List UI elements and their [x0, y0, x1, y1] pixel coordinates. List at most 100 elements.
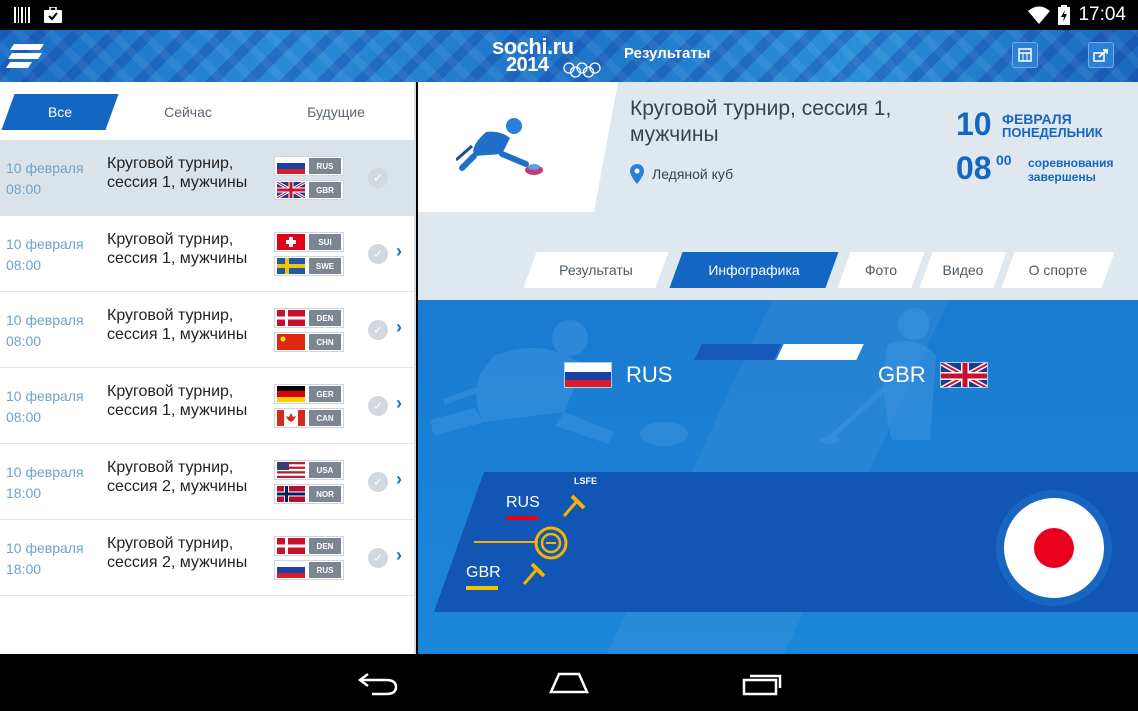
infographic-area: RUS GBR LSFE RUS GBR	[418, 300, 1138, 654]
home-button[interactable]	[545, 668, 593, 698]
team1-badge: GER	[274, 384, 344, 404]
flag-norway-icon	[277, 486, 305, 502]
status-bar: 17:04	[0, 0, 1138, 30]
list-item[interactable]: 10 февраля 18:00 Круговой турнир, сессия …	[0, 444, 414, 520]
event-date: 10 февраля	[6, 236, 84, 252]
share-button[interactable]	[1088, 42, 1114, 68]
flag-russia-icon	[277, 562, 305, 578]
event-time: 08:00	[6, 333, 42, 349]
chevron-right-icon: ›	[396, 545, 402, 565]
event-month: ФЕВРАЛЯ	[1002, 111, 1072, 127]
team-code: USA	[309, 462, 341, 478]
event-day: 10	[956, 106, 992, 142]
sport-icon-tile	[418, 82, 618, 212]
recents-button[interactable]	[738, 668, 786, 698]
completed-check-icon: ✓	[368, 168, 388, 188]
flag-uk-icon	[277, 182, 305, 198]
event-date: 10 февраля	[6, 388, 84, 404]
list-item[interactable]: 10 февраля 08:00 Круговой турнир, сессия …	[0, 368, 414, 444]
back-arrow-icon	[357, 673, 398, 696]
location-pin-icon	[630, 164, 644, 184]
logo-text-line2: 2014	[506, 54, 549, 76]
tab-video[interactable]: Видео	[926, 252, 1000, 288]
flag-denmark-icon	[277, 310, 305, 326]
filter-tabs: Все Сейчас Будущие	[0, 82, 414, 140]
team1-badge: USA	[274, 460, 344, 480]
home-icon	[549, 672, 589, 694]
team2-badge: CAN	[274, 408, 344, 428]
chevron-right-icon: ›	[396, 241, 402, 261]
list-item[interactable]: 10 февраля 18:00 Круговой турнир, сессия …	[0, 520, 414, 596]
flag-switzerland-icon	[277, 234, 305, 250]
team-code: SUI	[309, 234, 341, 250]
menu-button[interactable]	[6, 38, 46, 74]
filter-tab-label: Все	[47, 104, 73, 120]
app-header: sochi.ru 2014 Результаты	[0, 30, 1138, 82]
event-time: 18:00	[6, 485, 42, 501]
flag-canada-icon	[277, 410, 305, 426]
tab-photo[interactable]: Фото	[844, 252, 918, 288]
flag-usa-icon	[277, 462, 305, 478]
event-status: соревнования завершены	[1028, 156, 1114, 184]
tab-label: Результаты	[559, 262, 633, 278]
tab-label: Инфографика	[708, 262, 800, 278]
team1-badge: DEN	[274, 308, 344, 328]
team-code: GBR	[309, 182, 341, 198]
team-code: GER	[309, 386, 341, 402]
team-code: RUS	[309, 158, 341, 174]
rink-team2: GBR	[466, 564, 501, 581]
wifi-icon	[1028, 6, 1051, 24]
barcode-icon	[14, 7, 30, 23]
tab-label: О спорте	[1028, 262, 1088, 278]
flag-sweden-icon	[277, 258, 305, 274]
selection-pointer	[386, 140, 414, 216]
event-weekday: ПОНЕДЕЛЬНИК	[1002, 125, 1103, 140]
tab-about-sport[interactable]: О спорте	[1008, 252, 1108, 288]
event-time: 08:00	[6, 181, 42, 197]
calendar-button[interactable]	[1012, 42, 1038, 68]
filter-tab-now[interactable]: Сейчас	[138, 94, 238, 130]
event-date: 10 февраля	[6, 160, 84, 176]
score-bar-right	[776, 344, 864, 360]
event-date: 10 февраля	[6, 540, 84, 556]
lsfe-label: LSFE	[574, 476, 598, 486]
event-name: Круговой турнир, сессия 1, мужчины	[107, 383, 248, 419]
team-code: NOR	[309, 486, 341, 502]
completed-check-icon: ✓	[368, 472, 388, 492]
rink-team1: RUS	[506, 494, 540, 511]
list-item[interactable]: 10 февраля 08:00 Круговой турнир, сессия …	[0, 140, 414, 216]
curling-stone-icon	[534, 526, 568, 560]
list-item[interactable]: 10 февраля 08:00 Круговой турнир, сессия …	[0, 216, 414, 292]
detail-tabs: Результаты Инфографика Фото Видео О спор…	[530, 252, 1130, 288]
tab-label: Фото	[864, 262, 898, 278]
flag-germany-icon	[277, 386, 305, 402]
team-right-label: GBR	[878, 362, 988, 388]
event-datetime: 10 февраля 18:00	[6, 538, 84, 580]
tab-infographic[interactable]: Инфографика	[676, 252, 832, 288]
event-time: 18:00	[6, 561, 42, 577]
event-date: 10 февраля	[6, 312, 84, 328]
list-item[interactable]: 10 февраля 08:00 Круговой турнир, сессия …	[0, 292, 414, 368]
team2-badge: RUS	[274, 560, 344, 580]
team2-badge: SWE	[274, 256, 344, 276]
curling-pictogram-icon	[456, 118, 543, 175]
chevron-right-icon: ›	[396, 317, 402, 337]
event-name: Круговой турнир, сессия 1, мужчины	[107, 307, 248, 343]
tab-results[interactable]: Результаты	[530, 252, 662, 288]
event-name: Круговой турнир, сессия 1, мужчины	[107, 231, 248, 267]
calendar-icon	[1018, 48, 1032, 62]
back-button[interactable]	[354, 668, 402, 698]
hammer-icon	[562, 494, 586, 517]
filter-tab-all[interactable]: Все	[8, 94, 112, 130]
sochi-logo: sochi.ru 2014	[492, 34, 604, 78]
team-left-code: RUS	[626, 362, 673, 387]
team2-badge: NOR	[274, 484, 344, 504]
event-title: Круговой турнир, сессия 1, мужчины	[630, 97, 892, 146]
briefcase-check-icon	[44, 7, 62, 23]
filter-tab-label: Будущие	[307, 104, 365, 120]
filter-tab-upcoming[interactable]: Будущие	[286, 94, 386, 130]
flag-russia-icon	[277, 158, 305, 174]
hammer-line	[474, 541, 538, 543]
team-code: RUS	[309, 562, 341, 578]
team2-badge: CHN	[274, 332, 344, 352]
